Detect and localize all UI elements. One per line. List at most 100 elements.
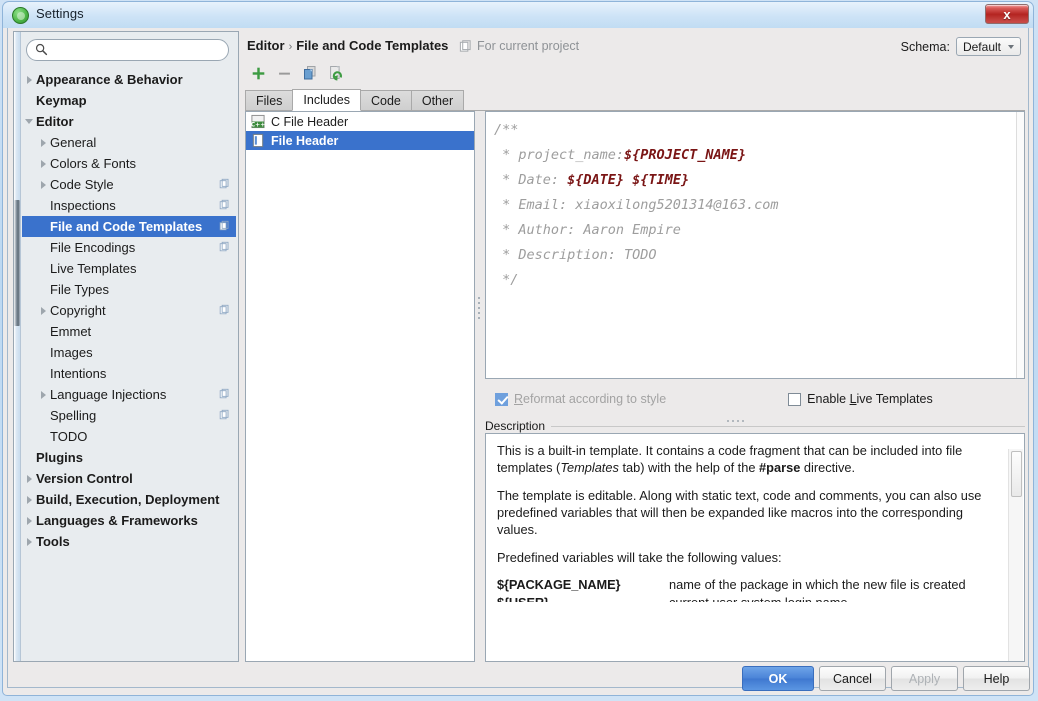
reformat-checkbox-box xyxy=(495,392,508,406)
sidebar-item-label: Emmet xyxy=(50,324,92,339)
remove-template-button[interactable] xyxy=(271,62,297,84)
tab-code[interactable]: Code xyxy=(359,90,412,111)
horizontal-splitter-grip-icon[interactable] xyxy=(727,409,749,440)
twisty-closed-icon[interactable] xyxy=(36,153,50,174)
sidebar-item-label: General xyxy=(50,135,97,150)
breadcrumb-parent[interactable]: Editor xyxy=(247,38,285,53)
project-badge-icon xyxy=(219,304,229,315)
description-scrollbar[interactable] xyxy=(1008,449,1023,661)
live-templates-checkbox-box xyxy=(788,392,802,406)
copy-template-button[interactable] xyxy=(297,62,323,84)
twisty-closed-icon[interactable] xyxy=(36,132,50,153)
sidebar-item-keymap[interactable]: Keymap xyxy=(22,90,236,111)
twisty-closed-icon[interactable] xyxy=(36,300,50,321)
ok-button[interactable]: OK xyxy=(742,666,814,691)
sidebar-item-label: TODO xyxy=(50,429,88,444)
list-item[interactable]: C++ C File Header xyxy=(246,112,474,131)
close-button[interactable]: x xyxy=(985,4,1029,24)
template-code-editor[interactable]: /** * project_name:${PROJECT_NAME} * Dat… xyxy=(485,111,1025,379)
sidebar-item-label: Languages & Frameworks xyxy=(36,513,198,528)
sidebar-item-label: File and Code Templates xyxy=(50,219,203,234)
add-template-button[interactable] xyxy=(245,62,271,84)
sidebar-scrollbar[interactable] xyxy=(14,32,21,661)
list-item[interactable]: File Header xyxy=(246,131,474,150)
description-paragraph-1: This is a built-in template. It contains… xyxy=(497,443,963,475)
twisty-open-icon[interactable] xyxy=(22,111,36,132)
sidebar-item-label: Live Templates xyxy=(50,261,137,276)
code-text: * project_name: xyxy=(494,147,625,163)
vertical-splitter[interactable] xyxy=(476,111,484,662)
settings-dialog-root: Settings x Appearance & Behavior Keymap … xyxy=(0,0,1038,701)
reset-icon xyxy=(330,66,343,81)
code-text: */ xyxy=(494,272,519,288)
templates-toolbar xyxy=(245,62,349,84)
tab-includes[interactable]: Includes xyxy=(292,89,361,111)
sidebar-item-plugins[interactable]: Plugins xyxy=(22,447,236,468)
variable-description: name of the package in which the new fil… xyxy=(669,577,966,592)
sidebar-item-label: Intentions xyxy=(50,366,107,381)
sidebar-item-emmet[interactable]: Emmet xyxy=(22,321,236,342)
sidebar-item-general[interactable]: General xyxy=(22,132,236,153)
search-input[interactable] xyxy=(26,39,229,61)
sidebar-scrollbar-thumb[interactable] xyxy=(14,200,20,326)
description-scrollbar-thumb[interactable] xyxy=(1011,451,1022,497)
sidebar-item-appearance-behavior[interactable]: Appearance & Behavior xyxy=(22,69,236,90)
project-badge-icon xyxy=(219,409,229,420)
template-list[interactable]: C++ C File Header File Header xyxy=(245,111,475,662)
sidebar-item-language-injections[interactable]: Language Injections xyxy=(22,384,236,405)
tab-files[interactable]: Files xyxy=(245,90,294,111)
sidebar-item-label: Tools xyxy=(36,534,70,549)
sidebar-item-intentions[interactable]: Intentions xyxy=(22,363,236,384)
template-name: C File Header xyxy=(271,114,349,129)
sidebar-item-languages-frameworks[interactable]: Languages & Frameworks xyxy=(22,510,236,531)
variable-row: ${PACKAGE_NAME} name of the package in wh… xyxy=(497,576,997,594)
reformat-according-to-style-checkbox[interactable]: Reformat according to style xyxy=(495,392,666,406)
code-text: * Author: Aaron Empire xyxy=(494,222,681,238)
sidebar-item-spelling[interactable]: Spelling xyxy=(22,405,236,426)
sidebar-item-file-types[interactable]: File Types xyxy=(22,279,236,300)
cancel-button[interactable]: Cancel xyxy=(819,666,886,691)
help-button[interactable]: Help xyxy=(963,666,1030,691)
sidebar-item-version-control[interactable]: Version Control xyxy=(22,468,236,489)
description-legend: Description xyxy=(485,419,1025,433)
sidebar-item-editor[interactable]: Editor xyxy=(22,111,236,132)
sidebar-item-todo[interactable]: TODO xyxy=(22,426,236,447)
twisty-closed-icon[interactable] xyxy=(22,531,36,552)
sidebar-item-build-execution-deployment[interactable]: Build, Execution, Deployment xyxy=(22,489,236,510)
apply-button-label: Apply xyxy=(908,671,941,686)
sidebar-item-copyright[interactable]: Copyright xyxy=(22,300,236,321)
reset-template-button[interactable] xyxy=(323,62,349,84)
schema-dropdown[interactable]: Default xyxy=(955,37,1021,56)
sidebar-item-colors-fonts[interactable]: Colors & Fonts xyxy=(22,153,236,174)
legend-rule xyxy=(551,425,1025,427)
tab-other[interactable]: Other xyxy=(410,90,465,111)
sidebar-item-tools[interactable]: Tools xyxy=(22,531,236,552)
twisty-closed-icon[interactable] xyxy=(22,510,36,531)
twisty-closed-icon[interactable] xyxy=(22,489,36,510)
editor-right-gutter xyxy=(1016,112,1024,378)
code-text: * Email: xiaoxilong5201314@163.com xyxy=(494,197,779,213)
project-badge-icon xyxy=(219,241,229,252)
editor-options-row: Reformat according to style Enable Live … xyxy=(485,389,1025,409)
enable-live-templates-checkbox[interactable]: Enable Live Templates xyxy=(788,392,933,406)
apply-button[interactable]: Apply xyxy=(891,666,958,691)
template-file-icon xyxy=(252,133,264,148)
window-title: Settings xyxy=(36,6,84,21)
copy-icon xyxy=(304,66,316,80)
twisty-closed-icon[interactable] xyxy=(22,468,36,489)
twisty-closed-icon[interactable] xyxy=(22,69,36,90)
sidebar-item-inspections[interactable]: Inspections xyxy=(22,195,236,216)
sidebar-item-file-encodings[interactable]: File Encodings xyxy=(22,237,236,258)
code-line: * Email: xiaoxilong5201314@163.com xyxy=(494,193,1016,218)
sidebar-item-file-and-code-templates[interactable]: File and Code Templates xyxy=(22,216,236,237)
twisty-closed-icon[interactable] xyxy=(36,384,50,405)
twisty-closed-icon[interactable] xyxy=(36,174,50,195)
sidebar-item-code-style[interactable]: Code Style xyxy=(22,174,236,195)
sidebar-item-images[interactable]: Images xyxy=(22,342,236,363)
description-box[interactable]: This is a built-in template. It contains… xyxy=(485,433,1025,662)
sidebar-item-live-templates[interactable]: Live Templates xyxy=(22,258,236,279)
